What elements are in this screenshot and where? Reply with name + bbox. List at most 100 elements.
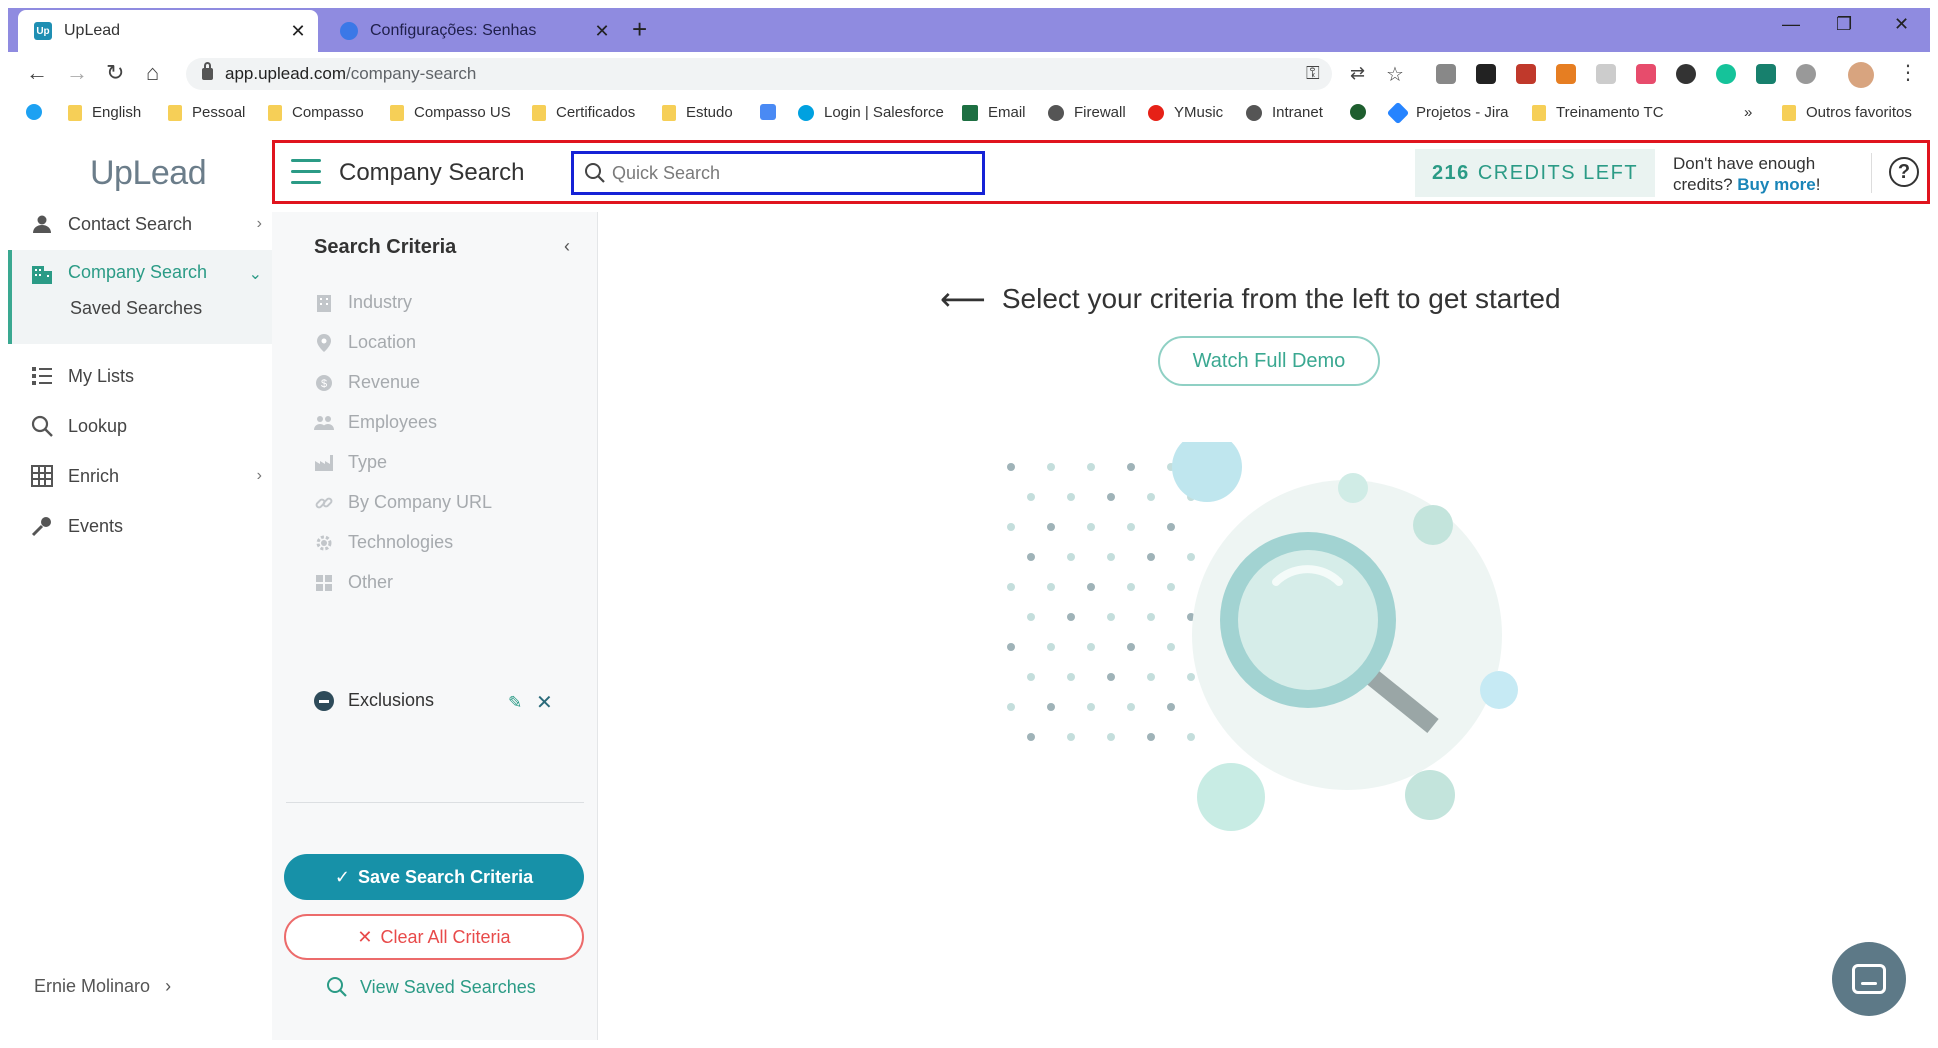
bookmark-salesforce[interactable]: Login | Salesforce	[798, 104, 944, 121]
extension-pocket-icon[interactable]	[1636, 64, 1656, 84]
person-icon	[30, 212, 54, 236]
nav-my-lists[interactable]: My Lists	[8, 354, 272, 398]
bookmark-translate[interactable]	[760, 104, 786, 120]
extension-cast-icon[interactable]	[1556, 64, 1576, 84]
excel-icon	[962, 104, 978, 121]
extension-glasses-icon[interactable]	[1676, 64, 1696, 84]
uplead-logo[interactable]: UpLead	[90, 154, 207, 193]
decor-dot	[1107, 493, 1115, 501]
bookmark-jira[interactable]: Projetos - Jira	[1386, 101, 1509, 124]
save-search-criteria-button[interactable]: ✓ Save Search Criteria	[284, 854, 584, 900]
criteria-other[interactable]: Other	[314, 572, 393, 593]
reload-icon[interactable]: ↻	[106, 60, 124, 86]
bookmark-english[interactable]: English	[68, 104, 141, 121]
nav-enrich[interactable]: Enrich ›	[8, 454, 272, 498]
criteria-exclusions[interactable]: Exclusions	[314, 690, 434, 711]
bookmarks-overflow[interactable]: »	[1744, 104, 1752, 121]
criteria-location[interactable]: Location	[314, 332, 416, 353]
decor-dot	[1107, 733, 1115, 741]
view-saved-searches-link[interactable]: View Saved Searches	[326, 976, 536, 998]
folder-icon	[662, 104, 676, 121]
extension-teal-icon[interactable]	[1756, 64, 1776, 84]
decor-dot	[1167, 523, 1175, 531]
dot-pattern	[1007, 463, 1195, 741]
decor-dot	[1147, 553, 1155, 561]
bookmark-compasso-us[interactable]: Compasso US	[390, 104, 511, 121]
minus-circle-icon	[314, 690, 334, 711]
bookmark-firewall[interactable]: Firewall	[1048, 104, 1126, 121]
bookmark-twitter[interactable]	[26, 104, 52, 120]
profile-avatar[interactable]	[1848, 62, 1874, 88]
nav-events[interactable]: Events	[8, 504, 272, 548]
home-icon[interactable]: ⌂	[146, 60, 159, 86]
extension-m-icon[interactable]	[1596, 64, 1616, 84]
criteria-type[interactable]: Type	[314, 452, 387, 473]
bookmark-compasso[interactable]: Compasso	[268, 104, 364, 121]
decor-dot	[1187, 553, 1195, 561]
bookmark-email[interactable]: Email	[962, 104, 1026, 121]
bookmark-certificados[interactable]: Certificados	[532, 104, 635, 121]
bookmark-green[interactable]	[1350, 104, 1376, 120]
criteria-technologies[interactable]: Technologies	[314, 532, 453, 553]
criteria-employees[interactable]: Employees	[314, 412, 437, 433]
globe-icon	[1246, 104, 1262, 121]
decor-dot	[1107, 673, 1115, 681]
decor-dot	[1007, 643, 1015, 651]
translate-icon[interactable]: ⇄	[1350, 63, 1365, 84]
forward-icon[interactable]: →	[66, 60, 88, 86]
extension-grammarly-icon[interactable]	[1716, 64, 1736, 84]
new-tab-icon[interactable]: +	[632, 14, 647, 45]
watch-full-demo-button[interactable]: Watch Full Demo	[1158, 336, 1380, 386]
close-tab-icon[interactable]: ✕	[284, 21, 312, 42]
bookmark-star-icon[interactable]: ☆	[1386, 62, 1404, 87]
tab-configuracoes[interactable]: Configurações: Senhas ✕	[324, 10, 622, 52]
back-icon[interactable]: ←	[26, 60, 48, 86]
close-window-icon[interactable]: ✕	[1894, 14, 1909, 35]
decor-dot	[1027, 673, 1035, 681]
extension-cube-icon[interactable]	[1436, 64, 1456, 84]
decor-dot	[1087, 583, 1095, 591]
lock-icon	[202, 62, 213, 80]
criteria-industry[interactable]: Industry	[314, 292, 412, 313]
quick-search-input[interactable]	[612, 162, 972, 184]
user-menu[interactable]: Ernie Molinaro ›	[34, 976, 171, 997]
clear-all-criteria-button[interactable]: ✕ Clear All Criteria	[284, 914, 584, 960]
bookmark-pessoal[interactable]: Pessoal	[168, 104, 245, 121]
decor-dot	[1107, 613, 1115, 621]
bookmark-outros-favoritos[interactable]: Outros favoritos	[1782, 104, 1912, 121]
minimize-icon[interactable]: —	[1782, 14, 1800, 35]
restore-icon[interactable]: ❐	[1836, 14, 1852, 35]
bookmark-ymusic[interactable]: YMusic	[1148, 104, 1223, 121]
close-tab-icon[interactable]: ✕	[588, 21, 616, 42]
help-question-icon[interactable]: ?	[1889, 157, 1919, 187]
nav-lookup[interactable]: Lookup	[8, 404, 272, 448]
extension-pdf-icon[interactable]	[1516, 64, 1536, 84]
quick-search-box[interactable]	[571, 151, 985, 195]
remove-x-icon[interactable]: ✕	[536, 690, 553, 715]
decor-dot	[1147, 613, 1155, 621]
factory-icon	[314, 453, 334, 473]
edit-pencil-icon[interactable]: ✎	[508, 693, 522, 713]
buy-more-link[interactable]: Buy more	[1737, 175, 1815, 194]
criteria-revenue[interactable]: $ Revenue	[314, 372, 420, 393]
criteria-by-company-url[interactable]: By Company URL	[314, 492, 492, 513]
search-criteria-panel: Search Criteria ‹ Industry Location $ Re…	[272, 212, 598, 1040]
credits-left-badge: 216 CREDITS LEFT	[1415, 149, 1655, 197]
more-menu-icon[interactable]: ⋮	[1898, 60, 1918, 85]
bookmark-intranet[interactable]: Intranet	[1246, 104, 1323, 121]
nav-company-search[interactable]: Company Search ⌄ Saved Searches	[8, 250, 272, 344]
key-icon[interactable]: ⚿	[1306, 63, 1320, 84]
chevron-left-icon[interactable]: ‹	[564, 236, 570, 257]
url-omnibox[interactable]: app.uplead.com/company-search	[186, 58, 1332, 90]
bookmark-treinamento[interactable]: Treinamento TC	[1532, 104, 1664, 121]
decor-dot	[1087, 643, 1095, 651]
nav-saved-searches[interactable]: Saved Searches	[70, 298, 202, 319]
extension-circle-icon[interactable]	[1796, 64, 1816, 84]
nav-contact-search[interactable]: Contact Search ›	[8, 202, 272, 246]
chat-widget-button[interactable]	[1832, 942, 1906, 1016]
bookmark-estudo[interactable]: Estudo	[662, 104, 733, 121]
tab-uplead[interactable]: Up UpLead ✕	[18, 10, 318, 52]
extension-black-icon[interactable]	[1476, 64, 1496, 84]
decor-dot	[1067, 493, 1075, 501]
hamburger-menu-icon[interactable]	[291, 159, 321, 185]
